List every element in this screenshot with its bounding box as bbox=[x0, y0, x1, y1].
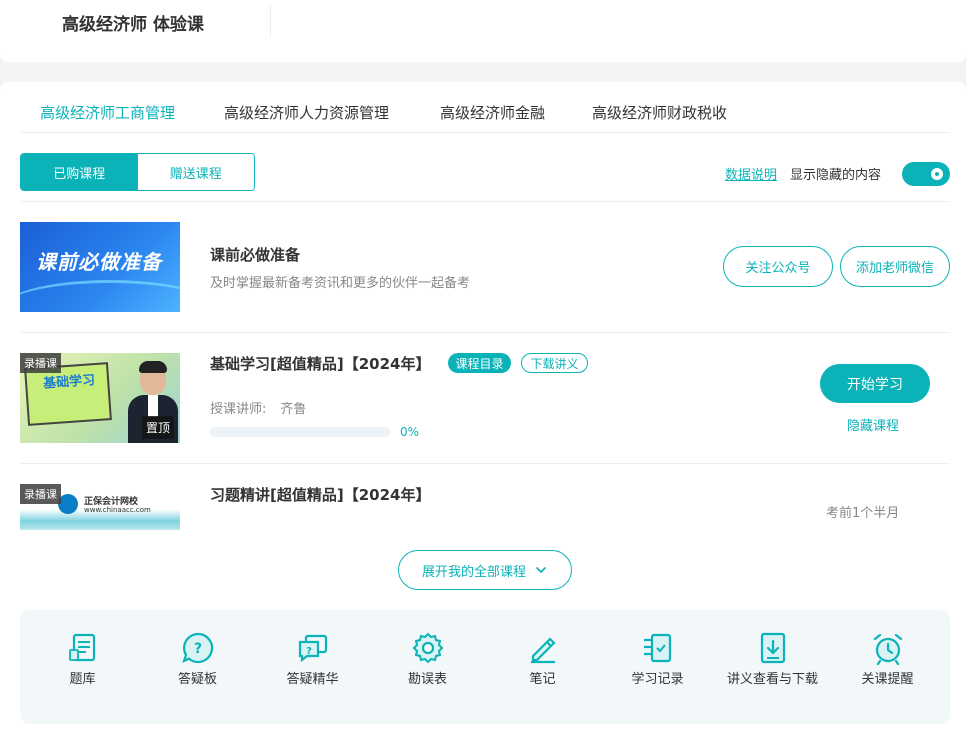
download-handout-tag[interactable]: 下载讲义 bbox=[521, 353, 588, 373]
show-hidden-toggle[interactable] bbox=[902, 162, 950, 186]
chinaacc-logo-icon bbox=[58, 494, 78, 514]
tool-label: 答疑精华 bbox=[286, 672, 339, 687]
recorded-badge: 录播课 bbox=[20, 484, 61, 504]
tool-qa-board[interactable]: ? 答疑板 bbox=[140, 626, 255, 696]
notes-icon bbox=[531, 637, 556, 664]
handout-download-icon bbox=[760, 632, 786, 664]
course-title[interactable]: 习题精讲[超值精品]【2024年】 bbox=[210, 484, 430, 505]
qa-essence-icon: ? bbox=[298, 634, 328, 663]
time-ago-label: 考前1个半月 bbox=[826, 506, 900, 521]
prep-banner-text: 课前必做准备 bbox=[36, 250, 162, 274]
show-hidden-label: 显示隐藏的内容 bbox=[790, 168, 882, 183]
tools-panel: 题库 ? 答疑板 ? 答疑精华 勘误表 笔记 学习记录 讲义查看与下载 关课提醒 bbox=[20, 610, 950, 724]
purchased-courses-button[interactable]: 已购课程 bbox=[21, 154, 138, 190]
divider bbox=[20, 332, 950, 333]
follow-official-account-button[interactable]: 关注公众号 bbox=[723, 246, 833, 287]
subject-tabs: 高级经济师工商管理 高级经济师人力资源管理 高级经济师金融 高级经济师财政税收 bbox=[20, 82, 950, 133]
course-thumbnail[interactable]: 基础学习 录播课 置顶 bbox=[20, 353, 180, 443]
recorded-badge: 录播课 bbox=[20, 353, 61, 373]
qa-board-icon: ? bbox=[182, 632, 214, 664]
divider bbox=[20, 201, 950, 202]
progress-bar bbox=[210, 427, 390, 437]
teacher-label: 授课讲师: bbox=[210, 402, 267, 417]
course-title[interactable]: 基础学习[超值精品]【2024年】 bbox=[210, 353, 430, 374]
hide-course-button[interactable]: 隐藏课程 bbox=[847, 415, 899, 434]
add-teacher-wechat-button[interactable]: 添加老师微信 bbox=[840, 246, 950, 287]
prep-title: 课前必做准备 bbox=[210, 246, 301, 264]
start-learning-button[interactable]: 开始学习 bbox=[820, 364, 930, 403]
tool-qa-essence[interactable]: ? 答疑精华 bbox=[255, 626, 370, 696]
errata-icon bbox=[412, 632, 444, 664]
tab-business-management[interactable]: 高级经济师工商管理 bbox=[40, 102, 175, 123]
question-bank-icon bbox=[69, 633, 96, 662]
toggle-dot bbox=[935, 172, 939, 176]
tab-finance[interactable]: 高级经济师金融 bbox=[440, 102, 545, 123]
expand-label: 展开我的全部课程 bbox=[421, 564, 526, 580]
tool-label: 答疑板 bbox=[177, 672, 217, 687]
show-hidden-control: 数据说明 显示隐藏的内容 bbox=[725, 162, 950, 186]
expand-all-courses-button[interactable]: 展开我的全部课程 bbox=[398, 550, 572, 590]
tool-label: 笔记 bbox=[529, 672, 556, 687]
teacher-info: 授课讲师: 齐鲁 bbox=[210, 398, 306, 417]
divider bbox=[20, 463, 950, 464]
banner-wave bbox=[20, 280, 180, 312]
tool-notes[interactable]: 笔记 bbox=[485, 626, 600, 696]
prep-subtitle: 及时掌握最新备考资讯和更多的伙伴一起备考 bbox=[210, 276, 471, 291]
gifted-courses-button[interactable]: 赠送课程 bbox=[137, 154, 254, 190]
tool-label: 勘误表 bbox=[407, 672, 447, 687]
pin-badge[interactable]: 置顶 bbox=[141, 416, 174, 439]
svg-text:?: ? bbox=[194, 641, 202, 657]
main-panel: 高级经济师工商管理 高级经济师人力资源管理 高级经济师金融 高级经济师财政税收 … bbox=[0, 82, 966, 729]
course-catalog-tag[interactable]: 课程目录 bbox=[448, 353, 511, 373]
tool-errata[interactable]: 勘误表 bbox=[370, 626, 485, 696]
progress-text: 0% bbox=[400, 425, 420, 439]
tool-label: 讲义查看与下载 bbox=[726, 672, 818, 687]
divider bbox=[270, 4, 271, 38]
tool-alarm-reminder[interactable]: 关课提醒 bbox=[830, 626, 945, 696]
tool-study-record[interactable]: 学习记录 bbox=[600, 626, 715, 696]
top-card: 高级经济师 体验课 bbox=[0, 0, 966, 62]
data-explanation-link[interactable]: 数据说明 bbox=[725, 164, 777, 183]
teacher-name: 齐鲁 bbox=[280, 402, 307, 417]
chevron-down-icon bbox=[536, 567, 546, 573]
alarm-icon bbox=[873, 633, 903, 666]
tab-human-resources[interactable]: 高级经济师人力资源管理 bbox=[224, 102, 389, 123]
prep-banner[interactable]: 课前必做准备 bbox=[20, 222, 180, 312]
svg-text:?: ? bbox=[306, 646, 312, 657]
page-title: 高级经济师 体验课 bbox=[62, 15, 204, 35]
study-record-icon bbox=[644, 633, 672, 663]
list-fade bbox=[0, 522, 966, 534]
tool-handout-download[interactable]: 讲义查看与下载 bbox=[715, 626, 830, 696]
tool-question-bank[interactable]: 题库 bbox=[25, 626, 140, 696]
logo-url: www.chinaacc.com bbox=[84, 506, 151, 514]
course-type-segment: 已购课程 赠送课程 bbox=[20, 153, 255, 191]
tool-label: 关课提醒 bbox=[861, 672, 914, 687]
tool-label: 学习记录 bbox=[631, 672, 684, 687]
tool-label: 题库 bbox=[69, 672, 96, 687]
tab-fiscal-tax[interactable]: 高级经济师财政税收 bbox=[592, 102, 727, 123]
